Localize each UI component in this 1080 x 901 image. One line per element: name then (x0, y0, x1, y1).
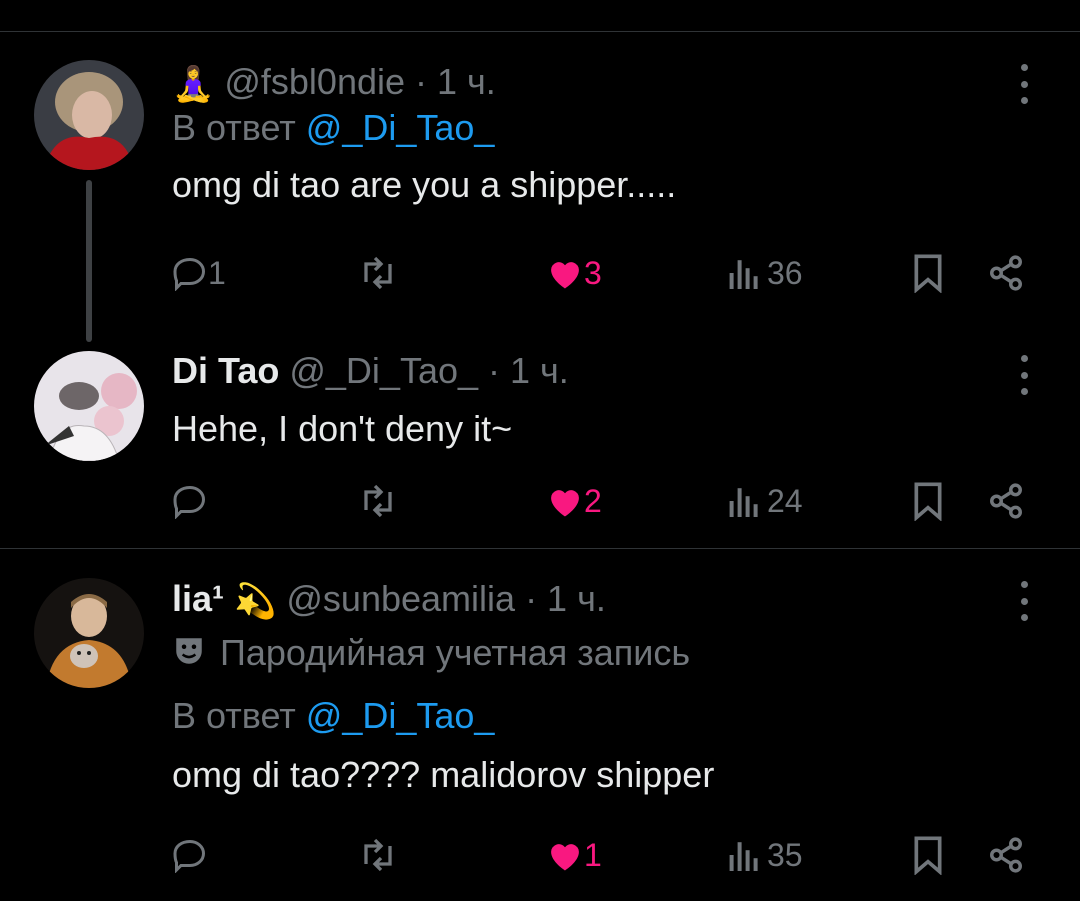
reply-icon (173, 485, 206, 519)
heart-filled-icon (551, 844, 579, 871)
avatar[interactable] (34, 578, 144, 688)
reply-button[interactable] (172, 830, 208, 880)
bookmark-button[interactable] (912, 830, 944, 880)
views-button[interactable]: 35 (727, 830, 803, 880)
reply-button[interactable] (172, 476, 208, 526)
analytics-icon (729, 260, 758, 289)
tweet-text: Hehe, I don't deny it~ (172, 408, 513, 449)
timestamp[interactable]: · 1 ч. (488, 350, 569, 391)
like-count: 1 (584, 836, 602, 873)
reply-button[interactable]: 1 (172, 248, 226, 298)
view-count: 35 (767, 836, 803, 873)
tweet-text: omg di tao are you a shipper..... (172, 164, 677, 206)
display-name[interactable]: lia¹ (172, 578, 224, 619)
like-count: 3 (584, 254, 602, 291)
user-handle[interactable]: @sunbeamilia (286, 578, 515, 619)
reply-to-link[interactable]: @_Di_Tao_ (306, 107, 495, 148)
tweet-text: omg di tao???? malidorov shipper (172, 753, 715, 795)
reply-prefix: В ответ (172, 694, 296, 736)
thread-line (86, 180, 92, 342)
reply-prefix: В ответ (172, 107, 296, 149)
bookmark-icon (914, 482, 942, 521)
views-button[interactable]: 36 (727, 248, 803, 298)
person-meditating-emoji: 🧘‍♀️ (172, 65, 215, 104)
share-icon (990, 837, 1022, 873)
heart-filled-icon (551, 262, 579, 289)
like-button[interactable]: 2 (546, 476, 602, 526)
repost-button[interactable] (357, 248, 399, 298)
share-icon (990, 255, 1022, 291)
avatar[interactable] (34, 60, 144, 170)
repost-button[interactable] (357, 476, 399, 526)
tweet-di-tao[interactable]: Di Tao @_Di_Tao_ · 1 ч. Hehe, I don't de… (0, 345, 1080, 548)
like-button[interactable]: 3 (546, 248, 602, 298)
parody-mask-icon (172, 634, 206, 678)
dizzy-emoji: 💫 (234, 582, 277, 621)
user-handle[interactable]: @_Di_Tao_ (289, 350, 478, 391)
reply-to-link[interactable]: @_Di_Tao_ (306, 695, 495, 736)
view-count: 24 (767, 482, 803, 519)
views-button[interactable]: 24 (727, 476, 803, 526)
bookmark-icon (914, 254, 942, 293)
avatar[interactable] (34, 351, 144, 461)
bookmark-button[interactable] (912, 476, 944, 526)
repost-icon (364, 256, 392, 290)
analytics-icon (729, 488, 758, 517)
share-icon (990, 483, 1022, 519)
timestamp[interactable]: · 1 ч. (525, 578, 606, 619)
share-button[interactable] (987, 830, 1025, 880)
analytics-icon (729, 842, 758, 871)
bookmark-button[interactable] (912, 248, 944, 298)
repost-icon (364, 484, 392, 518)
like-button[interactable]: 1 (546, 830, 602, 880)
view-count: 36 (767, 254, 803, 291)
more-options-icon[interactable] (1014, 64, 1034, 104)
reply-count: 1 (208, 254, 226, 291)
user-handle[interactable]: @fsbl0ndie (224, 61, 405, 102)
reply-icon (173, 257, 206, 291)
bookmark-icon (914, 836, 942, 875)
tweet-fsbl0ndie[interactable]: 🧘‍♀️ @fsbl0ndie · 1 ч. В ответ @_Di_Tao_… (0, 0, 1080, 345)
repost-icon (364, 838, 392, 872)
display-name[interactable]: Di Tao (172, 350, 279, 391)
share-button[interactable] (987, 248, 1025, 298)
tweet-sunbeamilia[interactable]: lia¹ 💫 @sunbeamilia · 1 ч. Пародийная уч… (0, 549, 1080, 901)
repost-button[interactable] (357, 830, 399, 880)
like-count: 2 (584, 482, 602, 519)
reply-icon (173, 839, 206, 873)
more-options-icon[interactable] (1014, 355, 1034, 395)
timestamp[interactable]: · 1 ч. (415, 61, 496, 102)
share-button[interactable] (987, 476, 1025, 526)
more-options-icon[interactable] (1014, 581, 1034, 621)
heart-filled-icon (551, 490, 579, 517)
parody-account-label: Пародийная учетная запись (220, 632, 691, 674)
